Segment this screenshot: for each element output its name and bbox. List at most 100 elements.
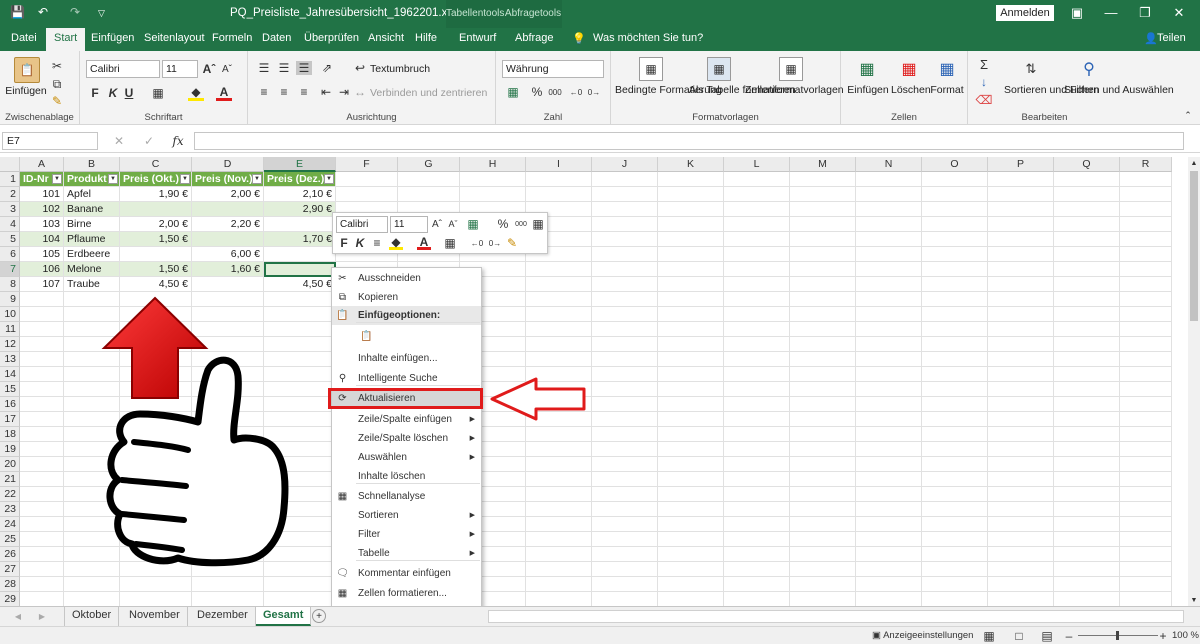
table-cell[interactable]: 2,10 €	[264, 187, 336, 202]
cell[interactable]	[724, 502, 790, 517]
table-cell[interactable]: 1,50 €	[120, 262, 192, 277]
align-center-icon[interactable]: ≡	[276, 85, 292, 99]
cell[interactable]	[20, 502, 64, 517]
cell[interactable]	[856, 172, 922, 187]
display-settings-button[interactable]: ▣ Anzeigeeinstellungen	[872, 630, 973, 641]
cell[interactable]	[790, 577, 856, 592]
cell[interactable]	[922, 292, 988, 307]
row-header-21[interactable]: 21	[0, 472, 20, 487]
autosum-icon[interactable]: Σ	[976, 57, 992, 72]
cell[interactable]	[724, 562, 790, 577]
cell[interactable]	[724, 367, 790, 382]
cell[interactable]	[20, 457, 64, 472]
align-top-icon[interactable]: ☰	[256, 61, 272, 75]
cell[interactable]	[1120, 427, 1172, 442]
cell[interactable]	[592, 427, 658, 442]
cell[interactable]	[526, 277, 592, 292]
cell[interactable]	[592, 172, 658, 187]
cell[interactable]	[526, 547, 592, 562]
cell[interactable]	[988, 382, 1054, 397]
cell[interactable]	[658, 337, 724, 352]
cell[interactable]	[856, 592, 922, 606]
cell[interactable]	[1054, 472, 1120, 487]
enter-icon[interactable]: ✓	[142, 133, 156, 149]
column-header-q[interactable]: Q	[1054, 157, 1120, 172]
close-icon[interactable]: ✕	[1168, 4, 1190, 22]
cell[interactable]	[658, 262, 724, 277]
cell[interactable]	[20, 427, 64, 442]
mini-bold-button[interactable]: F	[338, 236, 350, 250]
cell[interactable]	[1120, 172, 1172, 187]
cell[interactable]	[856, 547, 922, 562]
paste-button[interactable]: Einfügen	[4, 85, 48, 97]
find-select-icon[interactable]: ⚲	[1076, 57, 1102, 81]
table-header-cell[interactable]: Preis (Nov.) ▼	[192, 172, 264, 187]
mini-italic-button[interactable]: K	[354, 236, 366, 250]
cell[interactable]	[592, 187, 658, 202]
cell[interactable]	[1120, 442, 1172, 457]
scroll-up-icon[interactable]: ▲	[1189, 157, 1199, 169]
cell[interactable]	[724, 172, 790, 187]
cell[interactable]	[658, 577, 724, 592]
cell[interactable]	[988, 277, 1054, 292]
cell[interactable]	[856, 397, 922, 412]
cell[interactable]	[658, 292, 724, 307]
cell[interactable]	[20, 322, 64, 337]
number-format-box[interactable]: Währung	[502, 60, 604, 78]
cell[interactable]	[1120, 307, 1172, 322]
cell[interactable]	[856, 262, 922, 277]
row-header-2[interactable]: 2	[0, 187, 20, 202]
cell[interactable]	[988, 472, 1054, 487]
fill-color-icon[interactable]: ◆	[188, 85, 204, 101]
row-header-22[interactable]: 22	[0, 487, 20, 502]
delete-cells-icon[interactable]: ▦	[897, 57, 921, 81]
cell[interactable]	[856, 577, 922, 592]
cell[interactable]	[922, 187, 988, 202]
vertical-scrollbar[interactable]: ▲ ▼	[1188, 157, 1200, 606]
cell[interactable]	[790, 232, 856, 247]
cell[interactable]	[592, 247, 658, 262]
tab-help[interactable]: Hilfe	[415, 32, 437, 44]
cell[interactable]	[658, 442, 724, 457]
sheet-prev-icon[interactable]: ◀	[12, 609, 24, 623]
cell[interactable]	[790, 442, 856, 457]
context-menu-item-10[interactable]: Auswählen ▶	[332, 448, 481, 467]
cell[interactable]	[264, 592, 336, 606]
cell[interactable]	[856, 382, 922, 397]
cell[interactable]	[20, 547, 64, 562]
cell[interactable]	[192, 592, 264, 606]
column-header-a[interactable]: A	[20, 157, 64, 172]
increase-indent-icon[interactable]: ⇥	[336, 85, 352, 99]
format-cells-icon[interactable]: ▦	[935, 57, 959, 81]
cell[interactable]	[856, 427, 922, 442]
tab-design[interactable]: Entwurf	[459, 32, 496, 44]
cell[interactable]	[658, 202, 724, 217]
cell[interactable]	[592, 232, 658, 247]
cell[interactable]	[20, 472, 64, 487]
column-header-o[interactable]: O	[922, 157, 988, 172]
cell[interactable]	[1120, 262, 1172, 277]
cell[interactable]	[1054, 232, 1120, 247]
cell[interactable]	[790, 307, 856, 322]
cell[interactable]	[856, 412, 922, 427]
cell[interactable]	[988, 397, 1054, 412]
tab-view[interactable]: Ansicht	[368, 32, 404, 44]
undo-icon[interactable]: ↶	[38, 5, 48, 19]
row-header-13[interactable]: 13	[0, 352, 20, 367]
cell[interactable]	[790, 457, 856, 472]
cell[interactable]	[658, 217, 724, 232]
merge-center-button[interactable]: Verbinden und zentrieren	[370, 87, 487, 99]
cell[interactable]	[336, 172, 398, 187]
tab-query[interactable]: Abfrage	[515, 32, 554, 44]
cell[interactable]	[658, 517, 724, 532]
row-header-12[interactable]: 12	[0, 337, 20, 352]
grow-font-icon[interactable]: Aˆ	[202, 61, 216, 77]
cell[interactable]	[724, 487, 790, 502]
table-cell[interactable]	[264, 247, 336, 262]
cell[interactable]	[1120, 472, 1172, 487]
name-box[interactable]: E7	[2, 132, 98, 150]
table-cell[interactable]	[120, 202, 192, 217]
cell[interactable]	[922, 592, 988, 606]
cell[interactable]	[1120, 577, 1172, 592]
format-as-table-button[interactable]: Als Tabelle formatieren	[689, 84, 796, 96]
